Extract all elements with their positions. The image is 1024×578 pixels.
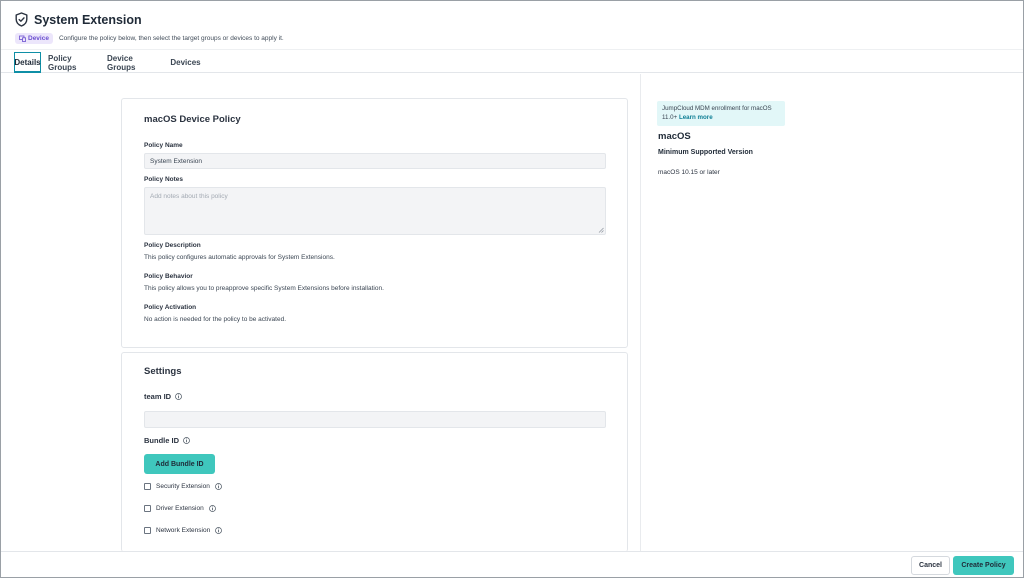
bundle-id-label: Bundle ID [144, 436, 190, 445]
settings-card: Settings team ID Bundle ID Add Bundle ID… [121, 352, 628, 552]
info-icon[interactable] [208, 505, 216, 512]
settings-card-title: Settings [144, 366, 182, 377]
policy-notes-placeholder: Add notes about this policy [150, 193, 228, 200]
os-title: macOS [658, 131, 691, 142]
security-extension-checkbox[interactable] [144, 483, 151, 490]
policy-activation-label: Policy Activation [144, 304, 197, 311]
network-extension-checkbox[interactable] [144, 527, 151, 534]
tab-details[interactable]: Details [14, 52, 41, 73]
network-extension-option[interactable]: Network Extension [144, 527, 223, 534]
info-icon[interactable] [183, 437, 190, 444]
policy-notes-textarea[interactable]: Add notes about this policy [144, 187, 606, 235]
info-icon[interactable] [214, 483, 222, 490]
min-version-value: macOS 10.15 or later [658, 169, 720, 176]
device-icon [19, 35, 26, 42]
page-subtitle: Configure the policy below, then select … [58, 35, 284, 42]
bundle-id-label-text: Bundle ID [144, 436, 179, 445]
mdm-notice: JumpCloud MDM enrollment for macOS 11.0+… [657, 101, 785, 126]
policy-behavior-label: Policy Behavior [144, 273, 193, 280]
policy-behavior-text: This policy allows you to preapprove spe… [144, 285, 384, 292]
policy-name-input[interactable]: System Extension [144, 153, 606, 169]
resize-grip-icon[interactable] [598, 227, 604, 233]
tab-device-groups[interactable]: Device Groups [107, 52, 163, 73]
driver-extension-checkbox[interactable] [144, 505, 151, 512]
policy-description-label: Policy Description [144, 242, 201, 249]
title-row: System Extension [15, 12, 142, 27]
security-extension-label: Security Extension [156, 483, 210, 490]
learn-more-link[interactable]: Learn more [679, 114, 713, 121]
policy-name-value: System Extension [150, 157, 203, 165]
tab-bar: Details Policy Groups Device Groups Devi… [1, 49, 1023, 73]
policy-name-label: Policy Name [144, 142, 183, 149]
team-id-label: team ID [144, 392, 182, 401]
policy-card: macOS Device Policy Policy Name System E… [121, 98, 628, 348]
policy-card-title: macOS Device Policy [144, 114, 241, 125]
footer-bar: Cancel Create Policy [1, 551, 1023, 577]
shield-check-icon [15, 12, 28, 27]
info-icon[interactable] [175, 393, 182, 400]
team-id-label-text: team ID [144, 392, 172, 401]
device-badge: Device [15, 33, 53, 44]
network-extension-label: Network Extension [156, 527, 211, 534]
badge-label: Device [28, 35, 49, 42]
cancel-button[interactable]: Cancel [911, 556, 950, 575]
tab-policy-groups[interactable]: Policy Groups [48, 52, 101, 73]
min-version-label: Minimum Supported Version [658, 149, 753, 156]
add-bundle-id-button[interactable]: Add Bundle ID [144, 454, 215, 474]
subtitle-row: Device Configure the policy below, then … [15, 33, 284, 44]
page-header: System Extension Device Configure the po… [1, 1, 1023, 49]
side-divider [640, 74, 641, 551]
info-icon[interactable] [215, 527, 223, 534]
policy-description-text: This policy configures automatic approva… [144, 254, 335, 261]
driver-extension-label: Driver Extension [156, 505, 204, 512]
page-title: System Extension [34, 12, 142, 27]
policy-activation-text: No action is needed for the policy to be… [144, 316, 287, 323]
team-id-input[interactable] [144, 411, 606, 428]
security-extension-option[interactable]: Security Extension [144, 483, 222, 490]
policy-notes-label: Policy Notes [144, 176, 184, 183]
create-policy-button[interactable]: Create Policy [953, 556, 1014, 575]
tab-devices[interactable]: Devices [169, 52, 202, 73]
driver-extension-option[interactable]: Driver Extension [144, 505, 216, 512]
main-content[interactable]: macOS Device Policy Policy Name System E… [1, 74, 1023, 552]
